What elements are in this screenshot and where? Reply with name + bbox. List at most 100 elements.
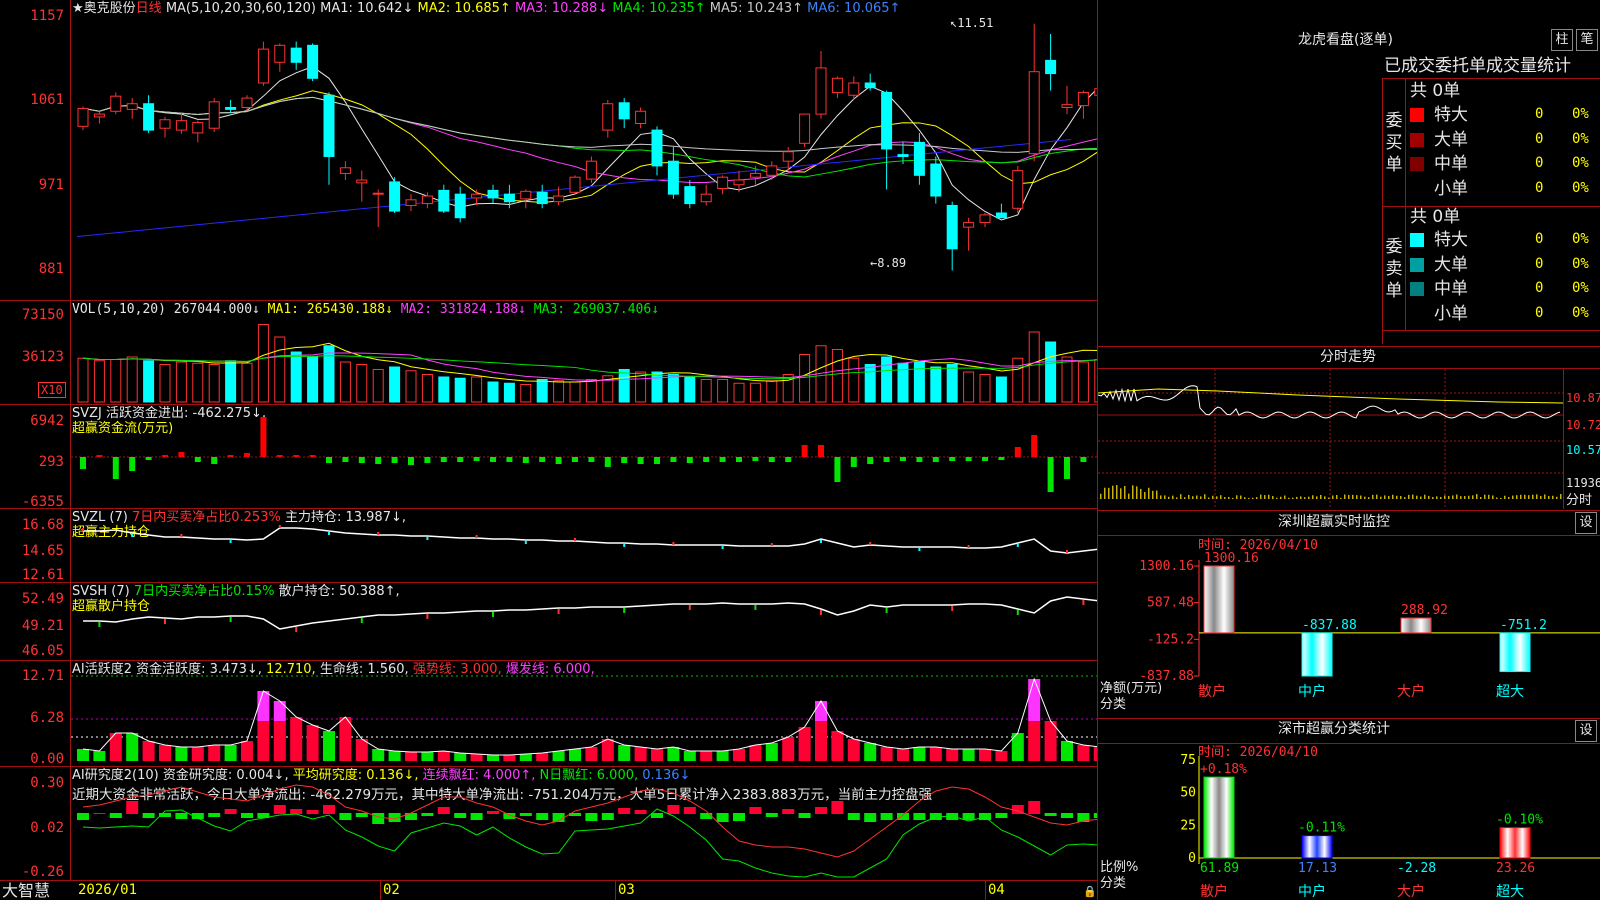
activity-bar [963, 749, 975, 761]
candle [472, 194, 482, 198]
y-tick-label: 1300.16 [1139, 559, 1194, 574]
order-row: 小单 0 0% [1410, 303, 1600, 325]
volume-tick [1204, 494, 1206, 499]
volume-tick [1280, 497, 1282, 499]
activity-bar [913, 747, 925, 761]
ma-line [83, 67, 1097, 220]
flow-bar [785, 457, 791, 462]
volume-bar [832, 350, 842, 403]
research-bar [1028, 801, 1040, 814]
flow-bar [1064, 457, 1070, 479]
research-bar [454, 813, 466, 818]
research-bar [1061, 813, 1073, 818]
volume-tick [1428, 496, 1430, 499]
column-view-button[interactable]: 柱 [1551, 29, 1573, 51]
y-tick-label: 6942 [0, 413, 64, 429]
volume-bar [537, 380, 547, 403]
candle [800, 114, 810, 143]
volume-bar [668, 375, 678, 403]
y-tick-label: 1061 [30, 92, 64, 108]
research-bar [290, 809, 302, 814]
order-count: 0 [1535, 306, 1543, 321]
divider [1563, 369, 1564, 509]
vol-unit-badge: X10 [38, 382, 66, 398]
monitor-chart[interactable]: 1300.16587.48-125.2-837.881300.16散户-837.… [1098, 536, 1600, 716]
monitor-settings-button[interactable]: 设 [1575, 512, 1597, 534]
volume-bar [94, 361, 104, 402]
activity-bar [831, 731, 843, 761]
candle [996, 213, 1006, 218]
volume-tick [1360, 496, 1362, 499]
volume-bar [127, 357, 137, 402]
volume-tick [1168, 497, 1170, 499]
activity-bar [405, 752, 417, 761]
candle [783, 152, 793, 161]
research-bar [77, 813, 89, 820]
svzj-chart[interactable] [71, 405, 1097, 508]
research-bar [700, 813, 712, 819]
flow-bar [638, 457, 644, 464]
vol-chart[interactable] [71, 301, 1097, 404]
volume-tick [1220, 495, 1222, 499]
flow-bar [834, 457, 840, 482]
volume-bar [275, 337, 285, 402]
candle [340, 168, 350, 174]
volume-tick [1300, 496, 1302, 499]
research-bar [749, 807, 761, 814]
volume-bar [701, 380, 711, 403]
volume-tick [1488, 495, 1490, 499]
volume-tick [1404, 497, 1406, 499]
activity-bar [274, 721, 286, 761]
svzl-chart[interactable] [71, 509, 1097, 582]
volume-tick [1116, 485, 1118, 499]
main-chart-area[interactable]: ★奥克股份日线 MA(5,10,20,30,60,120) MA1: 10.64… [0, 0, 1098, 900]
y-tick-label: 50 [1180, 786, 1196, 801]
volume-bar [308, 357, 318, 402]
tick-view-button[interactable]: 笔 [1576, 29, 1598, 51]
classstat-chart[interactable]: 75 50 25 0 +0.18% 61.89 散户 -0.11% 17.13 中户 -2.28 大户… [1098, 744, 1600, 900]
flow-bar [720, 457, 726, 462]
activity-bar [421, 752, 433, 761]
volume-tick [1136, 486, 1138, 499]
classstat-settings-button[interactable]: 设 [1575, 720, 1597, 742]
activity-bar [241, 741, 253, 761]
activity-bar [930, 747, 942, 761]
research-bar [175, 813, 187, 819]
ai2-chart[interactable] [71, 767, 1097, 880]
svsh-chart[interactable] [71, 583, 1097, 660]
candle [504, 194, 514, 202]
volume-tick [1144, 492, 1146, 499]
bar-value-label: 17.13 [1298, 861, 1337, 876]
monitor-title: 深圳超赢实时监控 [1278, 515, 1390, 530]
volume-tick [1512, 496, 1514, 499]
kline-chart[interactable] [71, 0, 1097, 300]
volume-tick [1468, 496, 1470, 499]
monitor-xlabel: 分类 [1100, 697, 1126, 712]
lock-icon[interactable]: 🔒 [1083, 884, 1097, 899]
volume-tick [1384, 495, 1386, 499]
volume-tick [1444, 495, 1446, 499]
candle [718, 177, 728, 188]
activity-bar [618, 745, 630, 761]
brand-logo[interactable]: 大智慧 [2, 882, 50, 900]
flow-bar [687, 457, 693, 463]
intraday-chart[interactable] [1098, 369, 1563, 509]
volume-bar [865, 365, 875, 403]
monitor-ylabel: 净额(万元) [1100, 681, 1162, 696]
volume-bar [111, 360, 121, 403]
flow-bar [736, 457, 742, 462]
candle [209, 102, 219, 128]
candle [308, 45, 318, 78]
flow-bar [933, 457, 939, 462]
order-count: 0 [1535, 257, 1543, 272]
flow-bar [1048, 457, 1054, 492]
holding-tick [492, 612, 494, 617]
flow-bar [523, 457, 529, 463]
y-tick-label: 0 [1188, 851, 1196, 866]
activity-bar [159, 745, 171, 761]
holding-tick [754, 605, 756, 610]
ai1-chart[interactable] [71, 661, 1097, 766]
research-bar [307, 810, 319, 814]
candle [390, 182, 400, 211]
y-tick-label: 14.65 [0, 543, 64, 559]
